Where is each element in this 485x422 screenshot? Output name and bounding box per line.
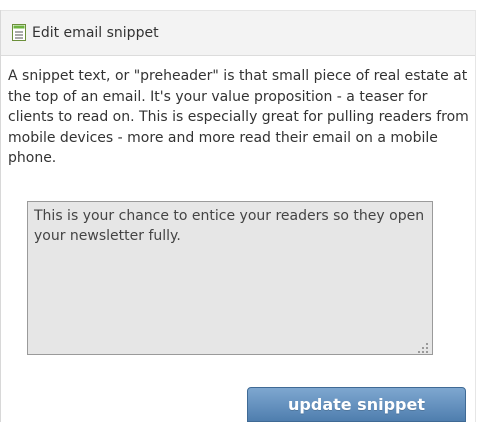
panel-title: Edit email snippet: [32, 25, 159, 41]
snippet-textarea[interactable]: This is your chance to entice your reade…: [27, 201, 433, 355]
snippet-description: A snippet text, or "preheader" is that s…: [8, 68, 469, 166]
panel-header: Edit email snippet: [1, 10, 475, 56]
resize-grip-icon[interactable]: [417, 339, 429, 353]
update-snippet-button[interactable]: update snippet: [247, 387, 466, 422]
document-icon: [12, 24, 26, 41]
